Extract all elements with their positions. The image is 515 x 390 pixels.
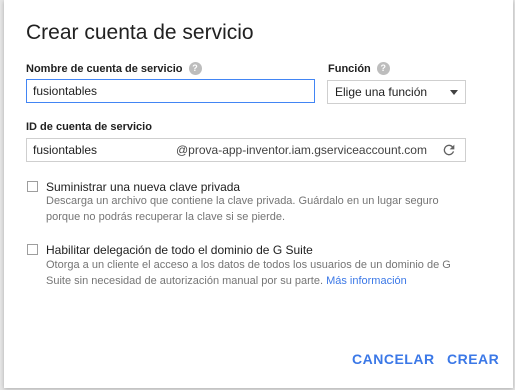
- create-service-account-dialog: Crear cuenta de servicio Nombre de cuent…: [4, 0, 513, 388]
- gsuite-desc-line-1: Otorga a un cliente el acceso a los dato…: [46, 259, 451, 271]
- chevron-down-icon: [450, 89, 458, 95]
- gsuite-delegation-description: Otorga a un cliente el acceso a los dato…: [46, 257, 466, 289]
- gsuite-delegation-checkbox[interactable]: [27, 244, 38, 255]
- help-icon[interactable]: ?: [376, 62, 390, 75]
- new-private-key-desc-line-1: Descarga un archivo que contiene la clav…: [46, 195, 439, 207]
- role-label: Función ?: [328, 62, 390, 75]
- new-private-key-desc-line-2: porque no podrás recuperar la clave si s…: [46, 211, 286, 223]
- name-label-text: Nombre de cuenta de servicio: [26, 62, 183, 75]
- new-private-key-description: Descarga un archivo que contiene la clav…: [46, 193, 466, 225]
- role-select[interactable]: Elige una función: [327, 80, 466, 104]
- gsuite-delegation-title: Habilitar delegación de todo el dominio …: [46, 243, 313, 257]
- id-label: ID de cuenta de servicio: [26, 121, 152, 133]
- new-private-key-title: Suministrar una nueva clave privada: [46, 180, 241, 194]
- service-account-id-field[interactable]: fusiontables @prova-app-inventor.iam.gse…: [26, 138, 466, 162]
- more-info-link[interactable]: Más información: [326, 275, 407, 287]
- new-private-key-checkbox[interactable]: [27, 181, 38, 192]
- create-button[interactable]: CREAR: [447, 351, 499, 367]
- cancel-button[interactable]: CANCELAR: [352, 351, 435, 367]
- dialog-title: Crear cuenta de servicio: [26, 21, 254, 44]
- role-label-text: Función: [328, 62, 371, 75]
- service-account-id-input[interactable]: fusiontables: [33, 143, 97, 157]
- id-label-text: ID de cuenta de servicio: [26, 121, 152, 133]
- gsuite-desc-line-2-text: Suite sin necesidad de autorización manu…: [46, 275, 327, 287]
- service-account-name-input[interactable]: fusiontables: [26, 79, 315, 103]
- gsuite-desc-line-2: Suite sin necesidad de autorización manu…: [46, 273, 466, 289]
- help-icon[interactable]: ?: [188, 62, 202, 75]
- refresh-icon[interactable]: [441, 142, 457, 158]
- role-select-value: Elige una función: [335, 85, 428, 99]
- name-label: Nombre de cuenta de servicio ?: [26, 62, 202, 75]
- service-account-domain-suffix: @prova-app-inventor.iam.gserviceaccount.…: [176, 143, 427, 157]
